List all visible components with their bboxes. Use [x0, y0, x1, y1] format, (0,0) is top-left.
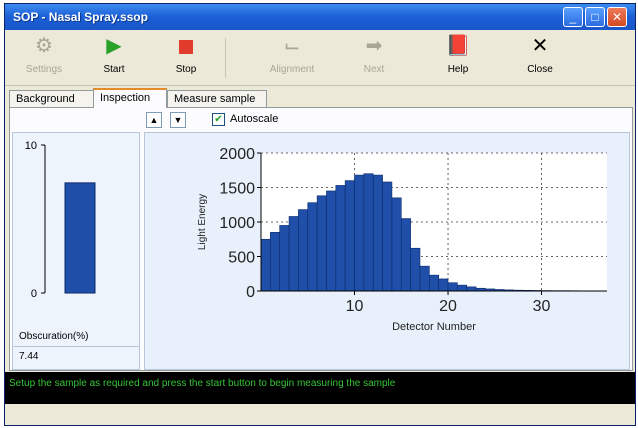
pane-divider	[13, 346, 139, 347]
x-tick-label: 20	[439, 298, 457, 315]
alignment-button[interactable]: ⌙ Alignment	[261, 34, 323, 80]
chart-bar	[316, 195, 327, 292]
chart-bar	[270, 232, 281, 292]
x-tick-label: 10	[346, 298, 364, 315]
obscuration-value: 7.44	[19, 351, 39, 362]
tab-background[interactable]: Background	[9, 90, 95, 108]
chart-bar	[335, 185, 346, 292]
window-close-button[interactable]: ✕	[607, 7, 627, 27]
chart-bar	[279, 225, 290, 292]
chart-bar	[298, 209, 309, 292]
chart-bar	[419, 265, 430, 292]
close-icon: ✕	[531, 35, 549, 57]
y-tick-label: 0	[246, 284, 255, 301]
arrow-right-icon: ➡	[365, 35, 383, 57]
x-tick-label: 30	[533, 298, 551, 315]
autoscale-label: Autoscale	[230, 113, 279, 125]
inspection-panel: ▲ ▼ ✔ Autoscale 10 0 Obscuration(%) 7.44…	[9, 107, 633, 371]
chart-bar	[307, 202, 318, 292]
x-axis-label: Detector Number	[392, 321, 476, 333]
status-bar: Setup the sample as required and press t…	[5, 372, 635, 404]
close-button[interactable]: ✕ Close	[509, 34, 571, 80]
gear-icon: ⚙	[35, 35, 53, 57]
stop-button[interactable]: Stop	[155, 34, 217, 80]
window-title: SOP - Nasal Spray.ssop	[13, 10, 148, 24]
obscuration-label: Obscuration(%)	[19, 331, 89, 342]
y-tick-label: 500	[228, 250, 255, 267]
obscuration-tick-min: 0	[31, 288, 37, 300]
alignment-label: Alignment	[269, 64, 315, 75]
obscuration-bar	[64, 182, 96, 294]
maximize-button[interactable]: □	[585, 7, 605, 27]
chart-bar	[326, 190, 337, 292]
chart-bar	[466, 286, 477, 292]
y-axis-label: Light Energy	[197, 194, 208, 250]
help-button[interactable]: 📕 Help	[427, 34, 489, 80]
start-label: Start	[103, 64, 125, 75]
chart-bar	[410, 247, 421, 292]
status-message: Setup the sample as required and press t…	[9, 378, 396, 389]
scroll-down-button[interactable]: ▼	[170, 112, 186, 128]
chart-bar	[447, 282, 458, 292]
next-button[interactable]: ➡ Next	[343, 34, 405, 80]
autoscale-checkbox[interactable]: ✔	[212, 113, 225, 126]
app-window: SOP - Nasal Spray.ssop _ □ ✕ ⚙ Settings …	[4, 3, 636, 426]
help-book-icon: 📕	[445, 35, 471, 57]
chart-bar	[288, 216, 299, 292]
chart-bar	[391, 197, 402, 292]
toolbar: ⚙ Settings ▶ Start Stop ⌙ Alignment ➡ Ne…	[5, 30, 635, 86]
chart-bar	[260, 238, 271, 292]
light-energy-chart: 0 500 1000 1500 2000 10 20 30 Detector Number Lig…	[197, 146, 607, 333]
stop-label: Stop	[175, 64, 197, 75]
y-tick-label: 1000	[219, 215, 255, 232]
chart-bar	[354, 174, 365, 292]
scroll-up-button[interactable]: ▲	[146, 112, 162, 128]
obscuration-tick-max: 10	[25, 140, 37, 152]
chart-bar	[363, 173, 374, 292]
light-energy-chart-pane: 0 500 1000 1500 2000 10 20 30 Detector Number Lig…	[144, 132, 630, 370]
next-label: Next	[363, 64, 385, 75]
toolbar-separator	[225, 38, 226, 78]
title-bar[interactable]: SOP - Nasal Spray.ssop _ □ ✕	[5, 4, 635, 30]
chart-bar	[400, 218, 411, 292]
tab-measure-sample[interactable]: Measure sample	[167, 90, 267, 108]
close-label: Close	[527, 64, 553, 75]
y-tick-label: 1500	[219, 181, 255, 198]
start-button[interactable]: ▶ Start	[83, 34, 145, 80]
settings-button[interactable]: ⚙ Settings	[13, 34, 75, 80]
stop-icon	[155, 34, 217, 58]
play-icon: ▶	[106, 35, 122, 57]
y-tick-label: 2000	[219, 146, 255, 163]
alignment-icon: ⌙	[283, 35, 301, 57]
obscuration-pane: 10 0 Obscuration(%) 7.44	[12, 132, 140, 370]
chart-bar	[372, 174, 383, 292]
chart-bar	[344, 180, 355, 292]
chart-bar	[457, 284, 468, 292]
help-label: Help	[447, 64, 469, 75]
tab-inspection[interactable]: Inspection	[93, 88, 167, 108]
bottom-bar	[5, 404, 635, 425]
chart-bar	[438, 278, 449, 292]
chart-bar	[429, 274, 439, 292]
chart-bar	[382, 181, 393, 292]
minimize-button[interactable]: _	[563, 7, 583, 27]
obscuration-gauge: 10 0	[25, 140, 96, 300]
settings-label: Settings	[25, 64, 63, 75]
